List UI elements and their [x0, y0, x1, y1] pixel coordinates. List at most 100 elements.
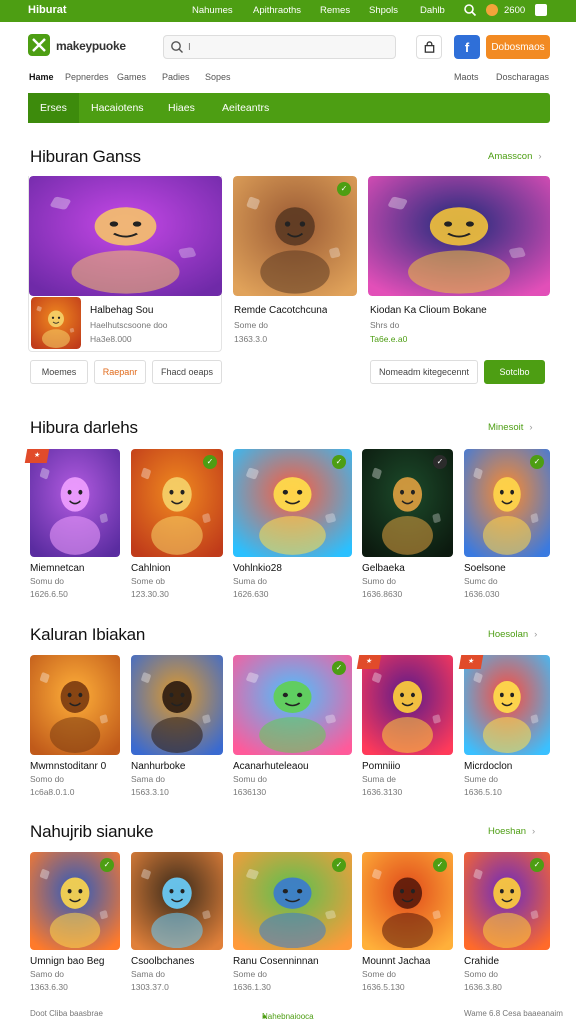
featured-card-3-title[interactable]: Kiodan Ka Clioum Bokane [370, 305, 487, 316]
top-link-3[interactable]: Remes [320, 5, 350, 16]
game-card-image[interactable]: ★ [24, 449, 120, 557]
top-link-2[interactable]: Apithraoths [253, 5, 301, 16]
check-badge-icon: ✓ [433, 455, 447, 469]
game-card-image[interactable]: ✓ [464, 852, 550, 950]
hot-badge-icon: ★ [356, 655, 382, 669]
game-card-title[interactable]: Miemnetcan [30, 563, 84, 574]
game-card-image[interactable]: ✓ [233, 655, 352, 755]
section-more-1[interactable]: Amasscon › [488, 151, 542, 162]
subnav-item-home[interactable]: Hame [29, 72, 54, 82]
check-badge-icon: ✓ [332, 455, 346, 469]
game-card-image[interactable]: ✓ [362, 449, 453, 557]
sub-navigation: Hame Pepnerdes Games Padies Sopes Maots … [0, 70, 576, 88]
game-card-title[interactable]: Pomniiio [362, 761, 400, 772]
game-card-title[interactable]: Crahide [464, 956, 499, 967]
chevron-right-icon: › [532, 826, 536, 837]
check-badge-icon: ✓ [332, 858, 346, 872]
search-input[interactable] [188, 38, 388, 56]
game-card-title[interactable]: Nanhurboke [131, 761, 185, 772]
category-tab-4[interactable]: Aeiteantrs [210, 93, 281, 123]
chevron-right-icon: › [534, 629, 538, 640]
subnav-right-1[interactable]: Maots [454, 72, 479, 82]
top-link-4[interactable]: Shpols [369, 5, 398, 16]
game-card-image[interactable] [131, 655, 223, 755]
game-card-image[interactable] [131, 852, 223, 950]
section-more-4[interactable]: Hoeshan › [488, 826, 535, 837]
game-card-title[interactable]: Umnign bao Beg [30, 956, 105, 967]
filter-button-2[interactable]: Raepanr [94, 360, 146, 384]
category-tab-1[interactable]: Erses [28, 93, 79, 123]
game-card-image[interactable]: ✓ [30, 852, 120, 950]
featured-card-1-sub: Haelhutscsoone doo [90, 320, 168, 330]
category-tab-2[interactable]: Hacaiotens [79, 93, 156, 123]
game-card-title[interactable]: Vohlnkio28 [233, 563, 282, 574]
game-card-price: 1c6a8.0.1.0 [30, 787, 75, 797]
logo-text[interactable]: makeypuoke [56, 39, 126, 53]
subnav-item-2[interactable]: Pepnerdes [65, 72, 109, 82]
filter-button-3[interactable]: Fhacd oeaps [152, 360, 222, 384]
section-more-3[interactable]: Hoesolan › [488, 629, 537, 640]
check-badge-icon: ✓ [530, 858, 544, 872]
game-card-image[interactable]: ✓ [233, 449, 352, 557]
section-more-2[interactable]: Minesoit › [488, 422, 533, 433]
game-card-price: 1636.3130 [362, 787, 403, 797]
bag-button[interactable] [416, 35, 442, 59]
game-artwork [362, 655, 453, 755]
featured-card-2-title[interactable]: Remde Cacotchcuna [234, 305, 327, 316]
edit-icon[interactable] [535, 4, 547, 16]
game-card-sub: Some do [233, 969, 268, 979]
top-link-1[interactable]: Nahumes [192, 5, 233, 16]
header-action-button[interactable]: Dobosmaos [486, 35, 550, 59]
game-card-title[interactable]: Mwmnstoditanr 0 [30, 761, 106, 772]
game-card-image[interactable]: ✓ [362, 852, 453, 950]
filter-button-5[interactable]: Sotclbo [484, 360, 545, 384]
section-title-4: Nahujrib sianuke [30, 822, 154, 841]
top-brand[interactable]: Hiburat [28, 4, 67, 16]
game-card-image[interactable]: ✓ [464, 449, 550, 557]
top-link-5[interactable]: Dahlb [420, 5, 445, 16]
footer-left[interactable]: Doot Cliba baasbrae [30, 1009, 103, 1018]
game-card-sub: Sumo do [362, 576, 397, 586]
subnav-right-2[interactable]: Doscharagas [496, 72, 549, 82]
category-tab-3[interactable]: Hiaes [156, 93, 207, 123]
game-artwork [30, 655, 120, 755]
game-card-title[interactable]: Csoolbchanes [131, 956, 194, 967]
footer-right[interactable]: Wame 6.8 Cesa baaeanaim [464, 1009, 563, 1018]
section-more-3-label: Hoesolan [488, 629, 529, 640]
game-card-image[interactable]: ✓ [233, 852, 352, 950]
game-card-price: 1636.5.10 [464, 787, 502, 797]
subnav-item-4[interactable]: Padies [162, 72, 190, 82]
game-card-title[interactable]: Gelbaeka [362, 563, 405, 574]
game-card-price: 1636.1.30 [233, 982, 271, 992]
featured-card-2-image[interactable]: ✓ [233, 176, 357, 296]
game-card-title[interactable]: Acanarhuteleaou [233, 761, 309, 772]
social-button[interactable]: f [454, 35, 480, 59]
game-card-title[interactable]: Mounnt Jachaa [362, 956, 430, 967]
footer: Doot Cliba baasbrae ● Nahebnaiooca Wame … [0, 1006, 576, 1024]
featured-card-1-thumb[interactable] [31, 297, 81, 349]
search-icon[interactable] [170, 40, 184, 54]
subnav-item-games[interactable]: Games [117, 72, 146, 82]
featured-card-3-image[interactable] [368, 176, 550, 296]
logo-icon[interactable] [28, 34, 50, 56]
featured-card-2-sub: Some do [234, 320, 269, 330]
featured-card-1-title[interactable]: Halbehag Sou [90, 305, 153, 316]
game-card-sub: Sama do [131, 969, 166, 979]
filter-button-1[interactable]: Moemes [30, 360, 88, 384]
game-card-image[interactable]: ★ [458, 655, 550, 755]
game-card-image[interactable]: ✓ [131, 449, 223, 557]
top-search-icon[interactable] [463, 3, 477, 17]
game-card-image[interactable]: ★ [356, 655, 453, 755]
featured-card-1-image[interactable] [29, 176, 222, 296]
game-artwork [464, 655, 550, 755]
game-card-title[interactable]: Ranu Cosenninnan [233, 956, 319, 967]
game-card-image[interactable] [30, 655, 120, 755]
game-card-sub: Suma do [233, 576, 268, 586]
game-card-title[interactable]: Cahlnion [131, 563, 170, 574]
page-root: Hiburat Nahumes Apithraoths Remes Shpols… [0, 0, 576, 1024]
game-card-title[interactable]: Soelsone [464, 563, 506, 574]
filter-button-4[interactable]: Nomeadm kitegecennt [370, 360, 478, 384]
game-card-title[interactable]: Micrdoclon [464, 761, 512, 772]
subnav-item-5[interactable]: Sopes [205, 72, 231, 82]
game-card-sub: Sume do [464, 774, 499, 784]
